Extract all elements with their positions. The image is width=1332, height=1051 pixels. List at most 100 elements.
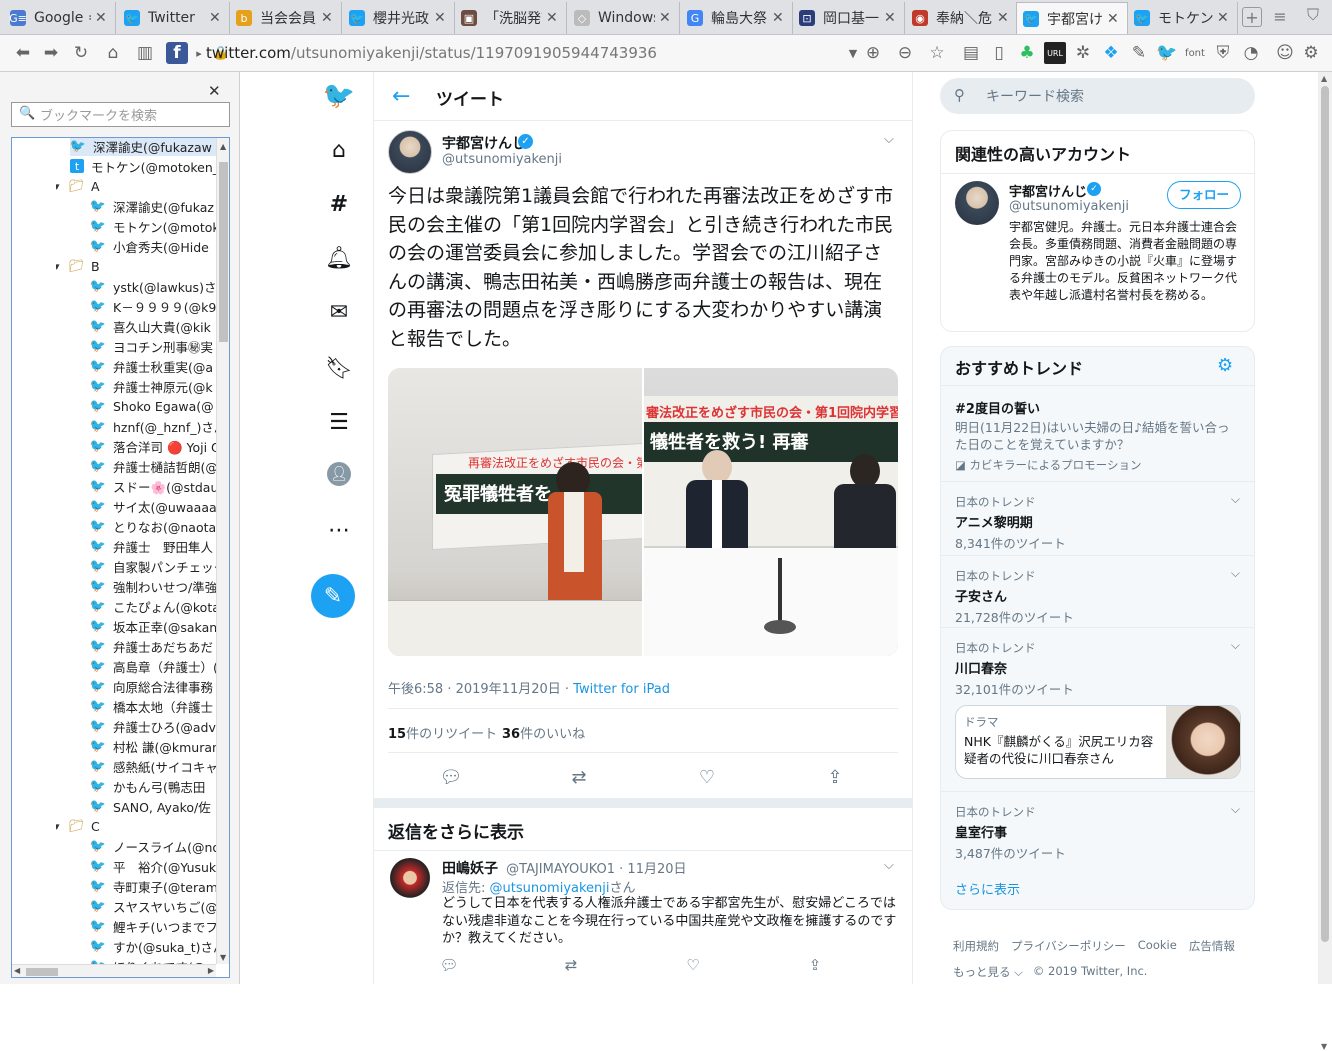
notifications-bell-icon[interactable]: 🔔︎ (325, 244, 353, 272)
tab-close-icon[interactable]: ✕ (209, 10, 223, 26)
tab-8[interactable]: ⊡ 岡口基一 ✕ (793, 2, 905, 34)
bookmark-item[interactable]: 🐦 坂本正幸(@sakan (90, 616, 216, 636)
bookmark-folder[interactable]: ▾📁︎ B (56, 256, 216, 276)
bookmark-item[interactable]: 🐦 hznf(@_hznf_)さん (90, 416, 216, 436)
address-bar[interactable]: twitter.com/utsunomiyakenji/status/11970… (206, 40, 950, 66)
reply-author-handle[interactable]: @TAJIMAYOUKO1 · 11月20日 (506, 862, 686, 877)
tab-6[interactable]: ◇ Windows ✕ (568, 2, 680, 34)
trend-chevron-icon[interactable]: ⌵ (1231, 802, 1240, 817)
bookmark-item[interactable]: 🐦 寺町東子(@teram (90, 876, 216, 896)
bookmark-item[interactable]: 🐦 Shoko Egawa(@ (90, 396, 216, 416)
footer-more-link[interactable]: もっと見る ⌵ (953, 964, 1023, 980)
close-sidebar-icon[interactable]: ✕ (208, 82, 221, 100)
retweet-icon[interactable]: ⇄ (568, 766, 590, 788)
tweet-photo-2[interactable]: 審法改正をめざす市民の会・第1回院内学習 犠牲者を救う! 再審 (644, 368, 898, 656)
facebook-icon[interactable]: f (166, 42, 188, 64)
tree-vscroll[interactable]: ▲ ▼ (216, 138, 229, 964)
bookmarks-nav-icon[interactable]: 🔖︎ (325, 354, 353, 382)
bookmark-item[interactable]: 🐦 弁護士あだちあだ (90, 636, 216, 656)
font-ext-icon[interactable]: font (1184, 42, 1206, 64)
bookmark-item[interactable]: t モトケン(@motoken_ (70, 156, 216, 176)
twitter-logo-icon[interactable]: 🐦 (323, 81, 355, 111)
bookmark-item[interactable]: 🐦 すか(@suka_t)さん (90, 936, 216, 956)
forward-icon[interactable]: ➡ (40, 42, 62, 64)
tab-close-icon[interactable]: ✕ (321, 10, 335, 26)
profile-avatar-icon[interactable]: ☺ (1274, 42, 1296, 64)
bookmark-item[interactable]: 🐦 深澤諭史(@fukaz (90, 196, 216, 216)
reload-icon[interactable]: ↻ (70, 42, 92, 64)
tab-1[interactable]: G≡ Google =✕ (4, 2, 116, 34)
bookmark-item[interactable]: 🐦 小倉秀夫(@Hide (90, 236, 216, 256)
shirt-icon[interactable]: ⛉ (1302, 5, 1324, 27)
bookmark-item[interactable]: 🐦 平 裕介(@Yusuk (90, 856, 216, 876)
bookmark-search-input[interactable]: 🔍 ブックマークを検索 (11, 102, 230, 127)
profile-avatar-nav-icon[interactable]: 👤︎ (327, 462, 351, 486)
tab-close-icon[interactable]: ✕ (95, 10, 109, 26)
tree-hscroll[interactable]: ◀ ▶ (12, 964, 216, 977)
ext-edit-icon[interactable]: ✎ (1128, 42, 1150, 64)
folder-expand-icon[interactable]: ▾ (56, 180, 68, 193)
retweet-count-link[interactable]: 15件のリツイート (388, 723, 497, 742)
home-icon[interactable]: ⌂ (102, 42, 124, 64)
ext-chat-icon[interactable]: ◔ (1240, 42, 1262, 64)
tab-11[interactable]: 🐦 モトケン(✕ (1128, 2, 1238, 34)
more-replies-heading[interactable]: 返信をさらに表示 (388, 818, 524, 843)
search-input[interactable]: ⚲ キーワード検索 (940, 78, 1255, 114)
page-vscroll-thumb[interactable] (1321, 86, 1329, 942)
twitter-ext-icon[interactable]: 🐦 (1156, 42, 1178, 64)
evernote-icon[interactable]: ♣ (1016, 42, 1038, 64)
bookmark-item[interactable]: 🐦 橋本太地（弁護士 (90, 696, 216, 716)
tab-5[interactable]: ▣ 「洗脳発言✕ (455, 2, 567, 34)
bookmark-item[interactable]: 🐦 ノースライム(@noo (90, 836, 216, 856)
reply-retweet-icon[interactable]: ⇄ (560, 954, 582, 976)
share-icon[interactable]: ⇪ (824, 766, 846, 788)
trend-item[interactable]: 日本のトレンド 皇室行事 3,487件のツイート ⌵ (941, 791, 1254, 863)
tab-close-icon[interactable]: ✕ (772, 10, 786, 26)
bookmark-item[interactable]: 🐦 とりなお(@naotar (90, 516, 216, 536)
bookmarks-sidebar-icon[interactable]: ▥ (134, 42, 156, 64)
trend-chevron-icon[interactable]: ⌵ (1231, 638, 1240, 653)
bookmark-tree[interactable]: 🐦深澤諭史(@fukazawtモトケン(@motoken_▾📁︎A🐦深澤諭史(@… (11, 137, 230, 978)
like-count-link[interactable]: 36件のいいね (502, 723, 585, 742)
tab-2[interactable]: 🐦 Twitter ✕ (118, 2, 230, 34)
bookmark-item[interactable]: 🐦 深澤諭史(@fukazaw (70, 138, 216, 156)
reply-reply-icon[interactable]: 💬︎ (438, 954, 460, 976)
bookmark-item[interactable]: 🐦 K－９９９９(@k99 (90, 296, 216, 316)
related-handle[interactable]: @utsunomiyakenji (1009, 199, 1129, 214)
bookmark-item[interactable]: 🐦 弁護士 野田隼人 (90, 536, 216, 556)
bookmark-item[interactable]: 🐦 スドー🌸(@stdau (90, 476, 216, 496)
show-more-trends-link[interactable]: さらに表示 (955, 879, 1020, 898)
footer-link[interactable]: 広告情報 (1189, 938, 1235, 954)
tab-close-icon[interactable]: ✕ (659, 10, 673, 26)
messages-envelope-icon[interactable]: ✉ (325, 298, 353, 326)
tab-close-icon[interactable]: ✕ (997, 10, 1011, 26)
settings-gear-icon[interactable]: ⚙ (1300, 42, 1322, 64)
ext-library-icon[interactable]: ▤ (960, 42, 982, 64)
back-icon[interactable]: ⬅ (12, 42, 34, 64)
bookmark-item[interactable]: 🐦 かもん弓(鴨志田 (90, 776, 216, 796)
trend-chevron-icon[interactable]: ⌵ (1231, 566, 1240, 581)
explore-hashtag-icon[interactable]: # (325, 190, 353, 218)
tweet-timestamp[interactable]: 午後6:58 · 2019年11月20日 · Twitter for iPad (388, 678, 670, 697)
tab-9[interactable]: ◉ 奉納＼危 ✕ (906, 2, 1018, 34)
promoted-trend[interactable]: #2度目の誓い 明日(11月22日)はいい夫婦の日♪結婚を誓い合った日のことを覚… (941, 385, 1254, 481)
bookmark-item[interactable]: 🐦 自家製パンチェッタ (90, 556, 216, 576)
bookmark-item[interactable]: 🐦 こたぴょん(@kotac (90, 596, 216, 616)
bookmark-item[interactable]: 🐦 弁護士ひろ(@adv (90, 716, 216, 736)
bookmark-folder[interactable]: ▾📁︎ A (56, 176, 216, 196)
reply-menu-chevron-icon[interactable]: ⌵ (884, 858, 894, 873)
bookmark-item[interactable]: 🐦 サイ太(@uwaaaa) (90, 496, 216, 516)
tweet-source-link[interactable]: Twitter for iPad (573, 682, 670, 697)
compose-tweet-button[interactable]: ✎ (311, 574, 355, 618)
tab-10[interactable]: 🐦 宇都宮け ✕ (1016, 2, 1128, 34)
tweet-author-avatar[interactable] (388, 130, 432, 174)
related-name[interactable]: 宇都宮けんじ (1009, 181, 1087, 200)
trend-news-card[interactable]: ドラマ NHK『麒麟がくる』沢尻エリカ容疑者の代役に川口春奈さん (955, 705, 1241, 779)
bookmark-item[interactable]: 🐦 村松 謙(@kmuran (90, 736, 216, 756)
bookmark-folder[interactable]: ▾📁︎ C (56, 816, 216, 836)
tweet-author-handle[interactable]: @utsunomiyakenji (442, 152, 562, 167)
reply-icon[interactable]: 💬︎ (440, 766, 463, 788)
trend-chevron-icon[interactable]: ⌵ (1231, 492, 1240, 507)
more-options-icon[interactable]: ⋯ (325, 516, 353, 544)
ext-settings-icon[interactable]: ✲ (1072, 42, 1094, 64)
